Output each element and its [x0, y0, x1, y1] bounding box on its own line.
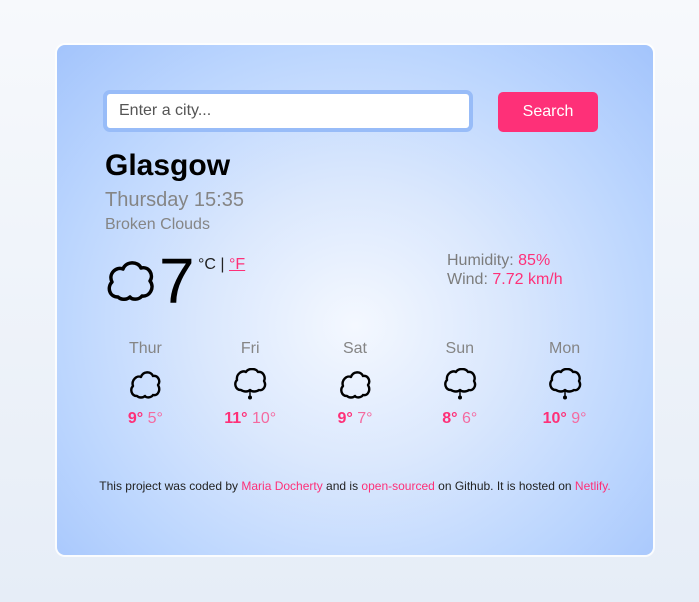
weather-details: Humidity: 85% Wind: 7.72 km/h: [447, 251, 563, 289]
forecast-day: Thur 9° 5°: [93, 340, 198, 428]
cloud-icon: [130, 371, 161, 399]
forecast-max-temp: 9°: [127, 410, 144, 427]
cloud-icon: [107, 261, 154, 301]
unit-toggle: °C | °F: [198, 256, 245, 274]
wind-value: 7.72 km/h: [492, 271, 563, 288]
humidity-row: Humidity: 85%: [447, 251, 563, 270]
forecast-max-temp: 9°: [337, 410, 353, 427]
forecast-day-name: Sun: [445, 340, 475, 357]
forecast-min-temp: 7°: [357, 410, 373, 427]
forecast-day-name: Fri: [240, 340, 260, 357]
fahrenheit-link[interactable]: °F: [229, 256, 245, 273]
current-datetime: Thursday 15:35: [105, 189, 244, 211]
forecast-day: Sat 9° 7°: [303, 340, 408, 428]
forecast-day: Mon 10° 9°: [512, 340, 617, 428]
humidity-value: 85%: [518, 252, 551, 269]
footer-text: This project was coded by: [99, 479, 242, 493]
city-name: Glasgow: [105, 149, 231, 182]
city-search-input[interactable]: [103, 90, 473, 132]
rain-cloud-icon: [548, 368, 581, 400]
forecast-max-temp: 10°: [542, 410, 567, 427]
rain-cloud-icon: [443, 368, 477, 400]
forecast-temps: 8° 6°: [407, 410, 512, 428]
wind-label: Wind:: [447, 271, 488, 288]
forecast-max-temp: 8°: [442, 410, 458, 427]
forecast-day-name: Mon: [549, 340, 581, 357]
rain-cloud-icon: [234, 368, 267, 400]
forecast-min-temp: 5°: [147, 410, 163, 427]
forecast: Thur 9° 5° Fri 11° 10° Sat 9° 7° Sun 8° 6° Mon 10…: [93, 340, 617, 428]
humidity-label: Humidity:: [447, 252, 514, 269]
forecast-min-temp: 6°: [462, 410, 478, 427]
celsius-unit: °C: [198, 256, 216, 273]
forecast-day-name: Sat: [342, 340, 367, 357]
cloud-icon: [340, 371, 371, 399]
forecast-temps: 9° 7°: [303, 410, 408, 428]
forecast-min-temp: 9°: [571, 410, 587, 427]
unit-separator: |: [220, 256, 225, 273]
forecast-temps: 9° 5°: [93, 410, 198, 428]
forecast-day-name: Thur: [128, 340, 162, 357]
weather-description: Broken Clouds: [105, 216, 210, 233]
author-link[interactable]: Maria Docherty: [241, 479, 322, 493]
footer-text: and is: [322, 479, 362, 493]
forecast-temps: 11° 10°: [198, 410, 303, 428]
current-temperature: 7: [159, 245, 195, 317]
forecast-day: Sun 8° 6°: [407, 340, 512, 428]
source-link[interactable]: open-sourced: [361, 479, 434, 493]
footer: This project was coded by Maria Docherty…: [57, 479, 653, 493]
wind-row: Wind: 7.72 km/h: [447, 270, 563, 289]
forecast-day: Fri 11° 10°: [198, 340, 303, 428]
search-button[interactable]: Search: [498, 92, 598, 132]
forecast-min-temp: 10°: [251, 410, 277, 427]
forecast-temps: 10° 9°: [512, 410, 617, 428]
forecast-max-temp: 11°: [224, 410, 248, 427]
host-link[interactable]: Netlify.: [575, 479, 611, 493]
weather-card: Search Glasgow Thursday 15:35 Broken Clo…: [57, 45, 653, 555]
footer-text: on Github. It is hosted on: [434, 479, 575, 493]
